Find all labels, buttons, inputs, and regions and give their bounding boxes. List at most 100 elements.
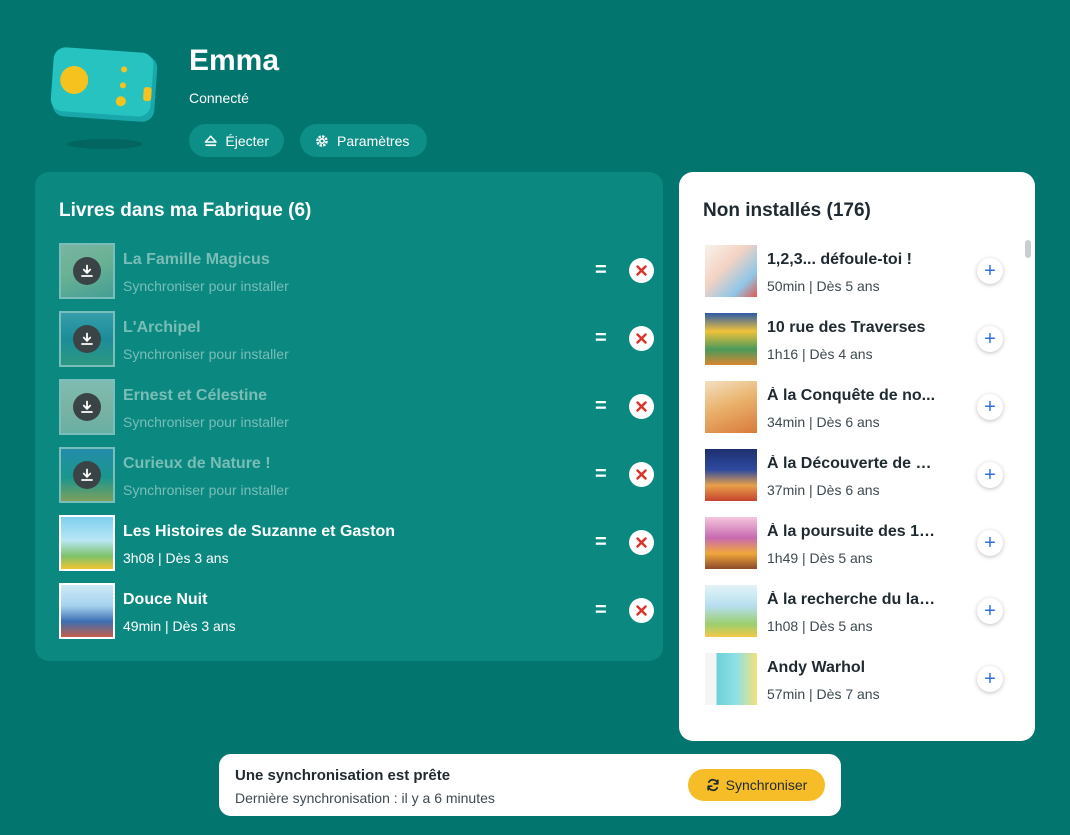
available-book-row[interactable]: 10 rue des Traverses 1h16 | Dès 4 ans +	[703, 311, 1003, 367]
book-cover	[59, 243, 115, 299]
available-title: Non installés (176)	[703, 200, 871, 221]
book-cover	[705, 585, 757, 637]
remove-icon	[636, 333, 647, 344]
device-illustration	[50, 47, 158, 149]
drag-handle-icon[interactable]: =	[595, 394, 607, 418]
library-book-row[interactable]: Les Histoires de Suzanne et Gaston 3h08 …	[59, 515, 654, 571]
available-book-row[interactable]: Andy Warhol 57min | Dès 7 ans +	[703, 651, 1003, 707]
library-book-row[interactable]: Douce Nuit 49min | Dès 3 ans =	[59, 583, 654, 639]
sync-banner: Une synchronisation est prête Dernière s…	[219, 754, 841, 816]
remove-button[interactable]	[629, 598, 654, 623]
plus-icon: +	[984, 260, 996, 282]
book-subtitle: 1h08 | Dès 5 ans	[767, 618, 873, 634]
connection-status: Connecté	[189, 90, 249, 106]
plus-icon: +	[984, 396, 996, 418]
book-cover	[59, 311, 115, 367]
available-book-row[interactable]: À la Découverte de N... 37min | Dès 6 an…	[703, 447, 1003, 503]
download-icon	[73, 257, 101, 285]
plus-icon: +	[984, 600, 996, 622]
book-cover	[59, 583, 115, 639]
add-book-button[interactable]: +	[977, 598, 1003, 624]
download-icon	[73, 393, 101, 421]
drag-handle-icon[interactable]: =	[595, 598, 607, 622]
last-sync-text: Dernière synchronisation : il y a 6 minu…	[235, 790, 495, 806]
gear-icon	[316, 134, 328, 147]
book-subtitle: 50min | Dès 5 ans	[767, 278, 880, 294]
book-cover	[705, 449, 757, 501]
book-title: 10 rue des Traverses	[767, 319, 926, 336]
add-book-button[interactable]: +	[977, 258, 1003, 284]
remove-button[interactable]	[629, 258, 654, 283]
settings-label: Paramètres	[337, 132, 410, 149]
book-cover	[59, 447, 115, 503]
library-title: Livres dans ma Fabrique (6)	[59, 200, 312, 221]
book-title: Curieux de Nature !	[123, 455, 271, 472]
book-title: L'Archipel	[123, 319, 201, 336]
remove-icon	[636, 469, 647, 480]
sync-icon	[706, 778, 719, 792]
remove-button[interactable]	[629, 326, 654, 351]
book-cover	[705, 381, 757, 433]
synchronize-label: Synchroniser	[725, 777, 808, 793]
sync-title: Une synchronisation est prête	[235, 767, 451, 784]
settings-button[interactable]: Paramètres	[300, 124, 427, 157]
book-subtitle: 57min | Dès 7 ans	[767, 686, 880, 702]
book-subtitle: 49min | Dès 3 ans	[123, 618, 236, 634]
drag-handle-icon[interactable]: =	[595, 326, 607, 350]
available-panel: Non installés (176) 1,2,3... défoule-toi…	[679, 172, 1035, 741]
plus-icon: +	[984, 328, 996, 350]
book-cover	[705, 653, 757, 705]
book-subtitle: Synchroniser pour installer	[123, 482, 289, 498]
eject-label: Éjecter	[225, 132, 269, 149]
drag-handle-icon[interactable]: =	[595, 462, 607, 486]
remove-icon	[636, 605, 647, 616]
remove-button[interactable]	[629, 462, 654, 487]
book-subtitle: 34min | Dès 6 ans	[767, 414, 880, 430]
book-subtitle: 3h08 | Dès 3 ans	[123, 550, 229, 566]
book-subtitle: Synchroniser pour installer	[123, 414, 289, 430]
plus-icon: +	[984, 532, 996, 554]
remove-button[interactable]	[629, 394, 654, 419]
book-subtitle: Synchroniser pour installer	[123, 346, 289, 362]
book-subtitle: 1h16 | Dès 4 ans	[767, 346, 873, 362]
book-title: La Famille Magicus	[123, 251, 270, 268]
available-book-row[interactable]: À la recherche du lap... 1h08 | Dès 5 an…	[703, 583, 1003, 639]
library-book-row[interactable]: L'Archipel Synchroniser pour installer =	[59, 311, 654, 367]
library-book-row[interactable]: Curieux de Nature ! Synchroniser pour in…	[59, 447, 654, 503]
eject-button[interactable]: Éjecter	[189, 124, 284, 157]
available-book-row[interactable]: 1,2,3... défoule-toi ! 50min | Dès 5 ans…	[703, 243, 1003, 299]
eject-icon	[204, 134, 217, 146]
book-cover	[705, 245, 757, 297]
download-icon	[73, 461, 101, 489]
book-subtitle: 1h49 | Dès 5 ans	[767, 550, 873, 566]
book-title: À la Conquête de no...	[767, 387, 936, 404]
library-book-row[interactable]: Ernest et Célestine Synchroniser pour in…	[59, 379, 654, 435]
add-book-button[interactable]: +	[977, 666, 1003, 692]
book-subtitle: Synchroniser pour installer	[123, 278, 289, 294]
remove-icon	[636, 265, 647, 276]
remove-button[interactable]	[629, 530, 654, 555]
book-subtitle: 37min | Dès 6 ans	[767, 482, 880, 498]
drag-handle-icon[interactable]: =	[595, 530, 607, 554]
plus-icon: +	[984, 464, 996, 486]
synchronize-button[interactable]: Synchroniser	[688, 769, 825, 801]
book-title: Les Histoires de Suzanne et Gaston	[123, 523, 396, 540]
book-title: Ernest et Célestine	[123, 387, 268, 404]
profile-name: Emma	[189, 44, 280, 77]
scrollbar[interactable]	[1025, 240, 1031, 258]
book-title: À la poursuite des 12...	[767, 523, 939, 540]
book-title: À la recherche du lap...	[767, 591, 939, 608]
add-book-button[interactable]: +	[977, 530, 1003, 556]
add-book-button[interactable]: +	[977, 462, 1003, 488]
book-cover	[59, 515, 115, 571]
available-book-row[interactable]: À la Conquête de no... 34min | Dès 6 ans…	[703, 379, 1003, 435]
plus-icon: +	[984, 668, 996, 690]
drag-handle-icon[interactable]: =	[595, 258, 607, 282]
download-icon	[73, 325, 101, 353]
library-book-row[interactable]: La Famille Magicus Synchroniser pour ins…	[59, 243, 654, 299]
add-book-button[interactable]: +	[977, 326, 1003, 352]
available-book-row[interactable]: À la poursuite des 12... 1h49 | Dès 5 an…	[703, 515, 1003, 571]
book-cover	[59, 379, 115, 435]
book-title: 1,2,3... défoule-toi !	[767, 251, 912, 268]
add-book-button[interactable]: +	[977, 394, 1003, 420]
